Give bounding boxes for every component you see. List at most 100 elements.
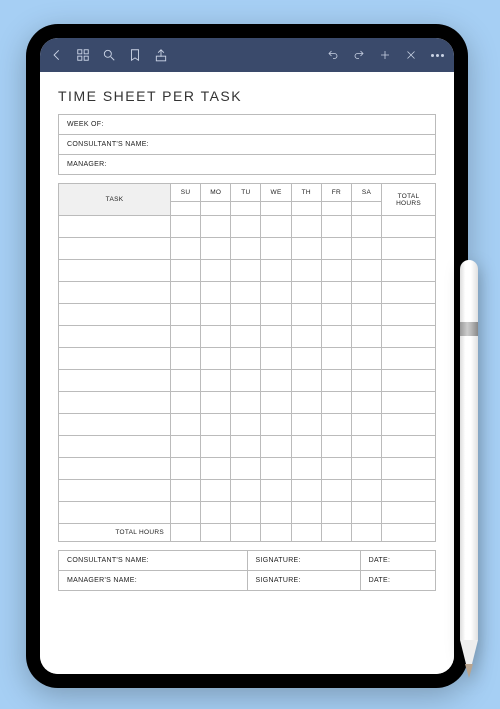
hours-cell[interactable] bbox=[351, 216, 381, 238]
hours-cell[interactable] bbox=[231, 392, 261, 414]
hours-cell[interactable] bbox=[321, 414, 351, 436]
hours-cell[interactable] bbox=[201, 414, 231, 436]
hours-cell[interactable] bbox=[231, 480, 261, 502]
consultant-name-row[interactable]: CONSULTANT'S NAME: bbox=[59, 135, 435, 155]
total-cell[interactable] bbox=[261, 524, 291, 542]
hours-cell[interactable] bbox=[321, 436, 351, 458]
hours-cell[interactable] bbox=[321, 458, 351, 480]
hours-cell[interactable] bbox=[351, 392, 381, 414]
redo-icon[interactable] bbox=[352, 48, 366, 62]
hours-cell[interactable] bbox=[231, 436, 261, 458]
hours-cell[interactable] bbox=[291, 304, 321, 326]
hours-cell[interactable] bbox=[231, 348, 261, 370]
hours-cell[interactable] bbox=[201, 326, 231, 348]
hours-cell[interactable] bbox=[231, 304, 261, 326]
hours-cell[interactable] bbox=[261, 370, 291, 392]
hours-cell[interactable] bbox=[321, 392, 351, 414]
task-cell[interactable] bbox=[59, 392, 171, 414]
hours-cell[interactable] bbox=[291, 392, 321, 414]
hours-cell[interactable] bbox=[261, 348, 291, 370]
total-cell[interactable] bbox=[231, 524, 261, 542]
close-icon[interactable] bbox=[404, 48, 418, 62]
task-cell[interactable] bbox=[59, 282, 171, 304]
day-subcell[interactable] bbox=[261, 202, 291, 216]
task-cell[interactable] bbox=[59, 216, 171, 238]
hours-cell[interactable] bbox=[351, 458, 381, 480]
row-total-cell[interactable] bbox=[382, 370, 436, 392]
hours-cell[interactable] bbox=[201, 370, 231, 392]
hours-cell[interactable] bbox=[291, 458, 321, 480]
hours-cell[interactable] bbox=[201, 436, 231, 458]
task-cell[interactable] bbox=[59, 348, 171, 370]
hours-cell[interactable] bbox=[201, 348, 231, 370]
consultant-sig-name[interactable]: CONSULTANT'S NAME: bbox=[59, 551, 248, 571]
task-cell[interactable] bbox=[59, 458, 171, 480]
hours-cell[interactable] bbox=[261, 392, 291, 414]
hours-cell[interactable] bbox=[351, 282, 381, 304]
task-cell[interactable] bbox=[59, 326, 171, 348]
total-cell[interactable] bbox=[201, 524, 231, 542]
hours-cell[interactable] bbox=[261, 436, 291, 458]
hours-cell[interactable] bbox=[231, 458, 261, 480]
hours-cell[interactable] bbox=[171, 370, 201, 392]
hours-cell[interactable] bbox=[231, 260, 261, 282]
hours-cell[interactable] bbox=[171, 304, 201, 326]
hours-cell[interactable] bbox=[201, 502, 231, 524]
total-cell[interactable] bbox=[351, 524, 381, 542]
hours-cell[interactable] bbox=[171, 282, 201, 304]
task-cell[interactable] bbox=[59, 414, 171, 436]
hours-cell[interactable] bbox=[351, 502, 381, 524]
week-of-row[interactable]: WEEK OF: bbox=[59, 115, 435, 135]
hours-cell[interactable] bbox=[201, 282, 231, 304]
row-total-cell[interactable] bbox=[382, 348, 436, 370]
hours-cell[interactable] bbox=[291, 238, 321, 260]
row-total-cell[interactable] bbox=[382, 436, 436, 458]
hours-cell[interactable] bbox=[171, 326, 201, 348]
hours-cell[interactable] bbox=[171, 480, 201, 502]
row-total-cell[interactable] bbox=[382, 414, 436, 436]
row-total-cell[interactable] bbox=[382, 392, 436, 414]
hours-cell[interactable] bbox=[171, 458, 201, 480]
day-subcell[interactable] bbox=[171, 202, 201, 216]
hours-cell[interactable] bbox=[321, 260, 351, 282]
hours-cell[interactable] bbox=[201, 238, 231, 260]
hours-cell[interactable] bbox=[171, 414, 201, 436]
hours-cell[interactable] bbox=[291, 348, 321, 370]
hours-cell[interactable] bbox=[231, 370, 261, 392]
hours-cell[interactable] bbox=[171, 216, 201, 238]
hours-cell[interactable] bbox=[201, 458, 231, 480]
more-icon[interactable] bbox=[430, 48, 444, 62]
hours-cell[interactable] bbox=[351, 326, 381, 348]
total-cell[interactable] bbox=[291, 524, 321, 542]
hours-cell[interactable] bbox=[171, 436, 201, 458]
day-subcell[interactable] bbox=[201, 202, 231, 216]
day-subcell[interactable] bbox=[291, 202, 321, 216]
hours-cell[interactable] bbox=[351, 238, 381, 260]
undo-icon[interactable] bbox=[326, 48, 340, 62]
hours-cell[interactable] bbox=[231, 216, 261, 238]
hours-cell[interactable] bbox=[201, 260, 231, 282]
hours-cell[interactable] bbox=[321, 480, 351, 502]
hours-cell[interactable] bbox=[231, 326, 261, 348]
hours-cell[interactable] bbox=[321, 216, 351, 238]
hours-cell[interactable] bbox=[351, 260, 381, 282]
hours-cell[interactable] bbox=[261, 458, 291, 480]
task-cell[interactable] bbox=[59, 260, 171, 282]
hours-cell[interactable] bbox=[291, 282, 321, 304]
hours-cell[interactable] bbox=[291, 216, 321, 238]
grid-icon[interactable] bbox=[76, 48, 90, 62]
hours-cell[interactable] bbox=[171, 502, 201, 524]
hours-cell[interactable] bbox=[261, 326, 291, 348]
hours-cell[interactable] bbox=[321, 370, 351, 392]
day-subcell[interactable] bbox=[351, 202, 381, 216]
row-total-cell[interactable] bbox=[382, 282, 436, 304]
hours-cell[interactable] bbox=[291, 414, 321, 436]
task-cell[interactable] bbox=[59, 502, 171, 524]
hours-cell[interactable] bbox=[261, 260, 291, 282]
hours-cell[interactable] bbox=[201, 304, 231, 326]
hours-cell[interactable] bbox=[321, 348, 351, 370]
hours-cell[interactable] bbox=[321, 326, 351, 348]
search-icon[interactable] bbox=[102, 48, 116, 62]
task-cell[interactable] bbox=[59, 304, 171, 326]
hours-cell[interactable] bbox=[261, 216, 291, 238]
